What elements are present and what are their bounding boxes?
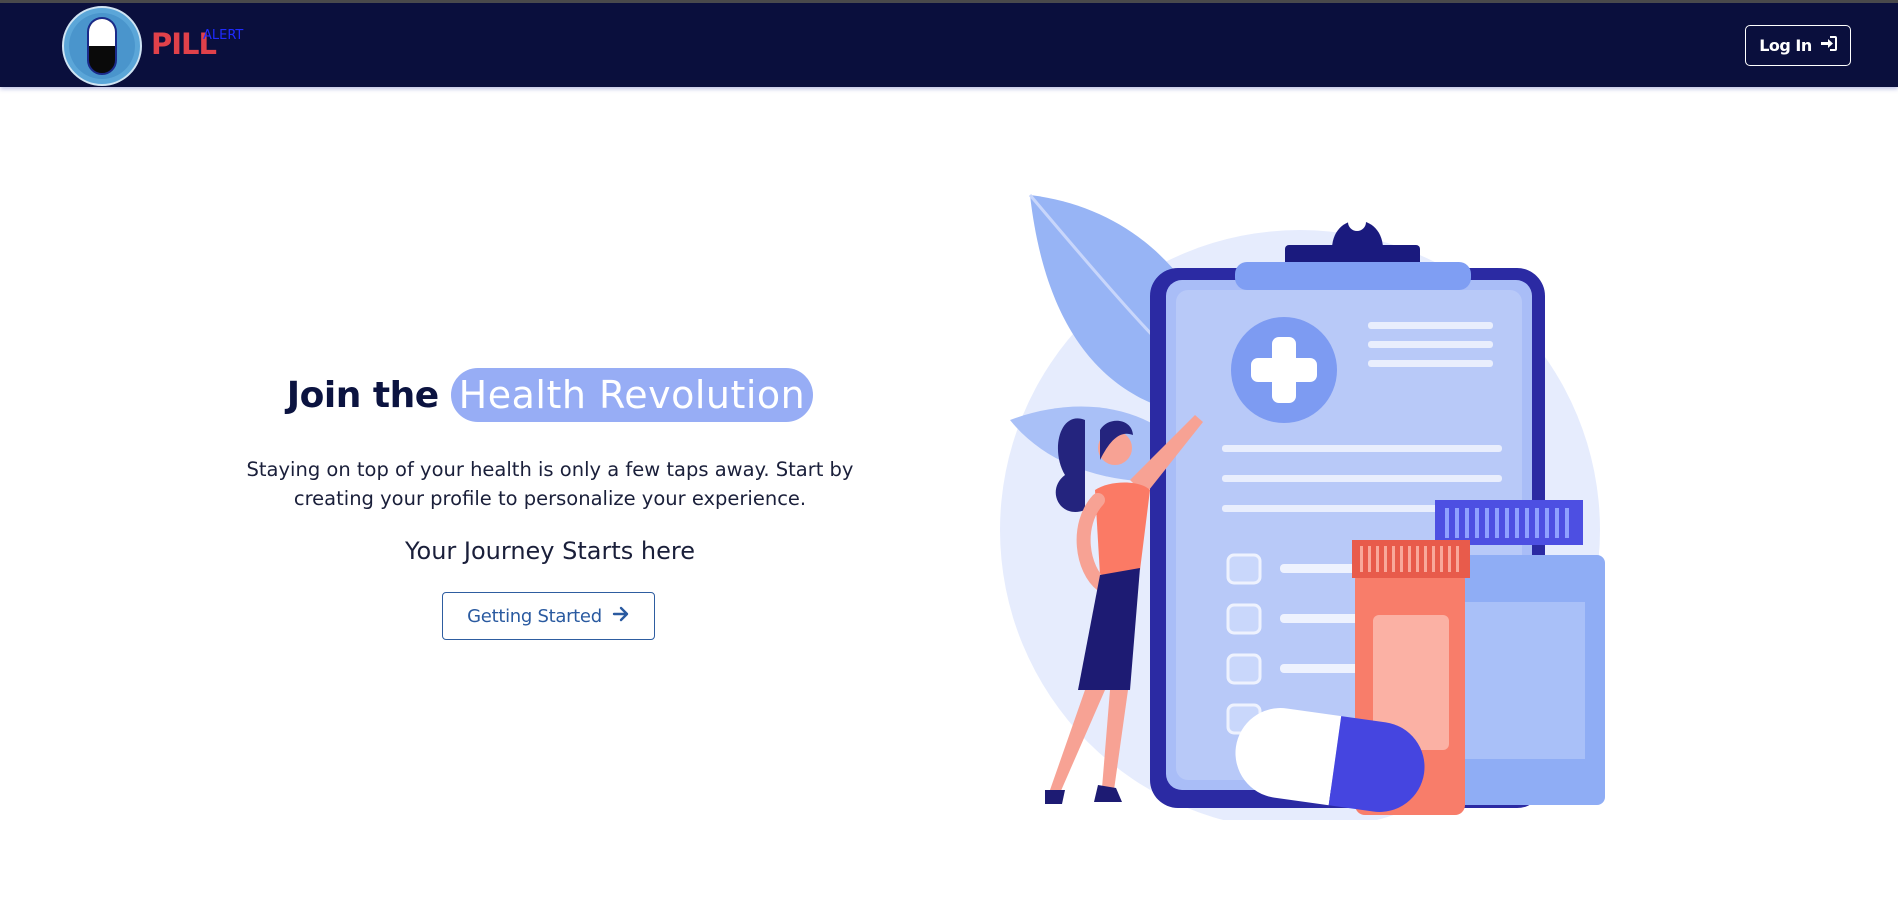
description-line: creating your profile to personalize you… [293, 487, 807, 510]
login-button[interactable]: Log In [1745, 25, 1851, 66]
health-illustration [990, 190, 1630, 830]
headline-plain: Join the [286, 374, 439, 416]
login-label: Log In [1759, 36, 1812, 55]
arrow-right-icon [612, 606, 630, 627]
pill-logo-icon[interactable] [61, 5, 143, 87]
sign-in-icon [1820, 36, 1837, 55]
description-line: Staying on top of your health is only a … [246, 458, 854, 481]
navbar: PILL ALERT Log In [0, 3, 1898, 87]
getting-started-button[interactable]: Getting Started [442, 592, 655, 640]
headline-highlight: Health Revolution [450, 368, 814, 422]
journey-text: Your Journey Starts here [405, 537, 695, 565]
brand-superscript: ALERT [203, 28, 244, 43]
getting-started-label: Getting Started [467, 605, 602, 627]
hero-headline: Join the Health Revolution [200, 368, 900, 422]
hero-description: Staying on top of your health is only a … [200, 455, 900, 513]
